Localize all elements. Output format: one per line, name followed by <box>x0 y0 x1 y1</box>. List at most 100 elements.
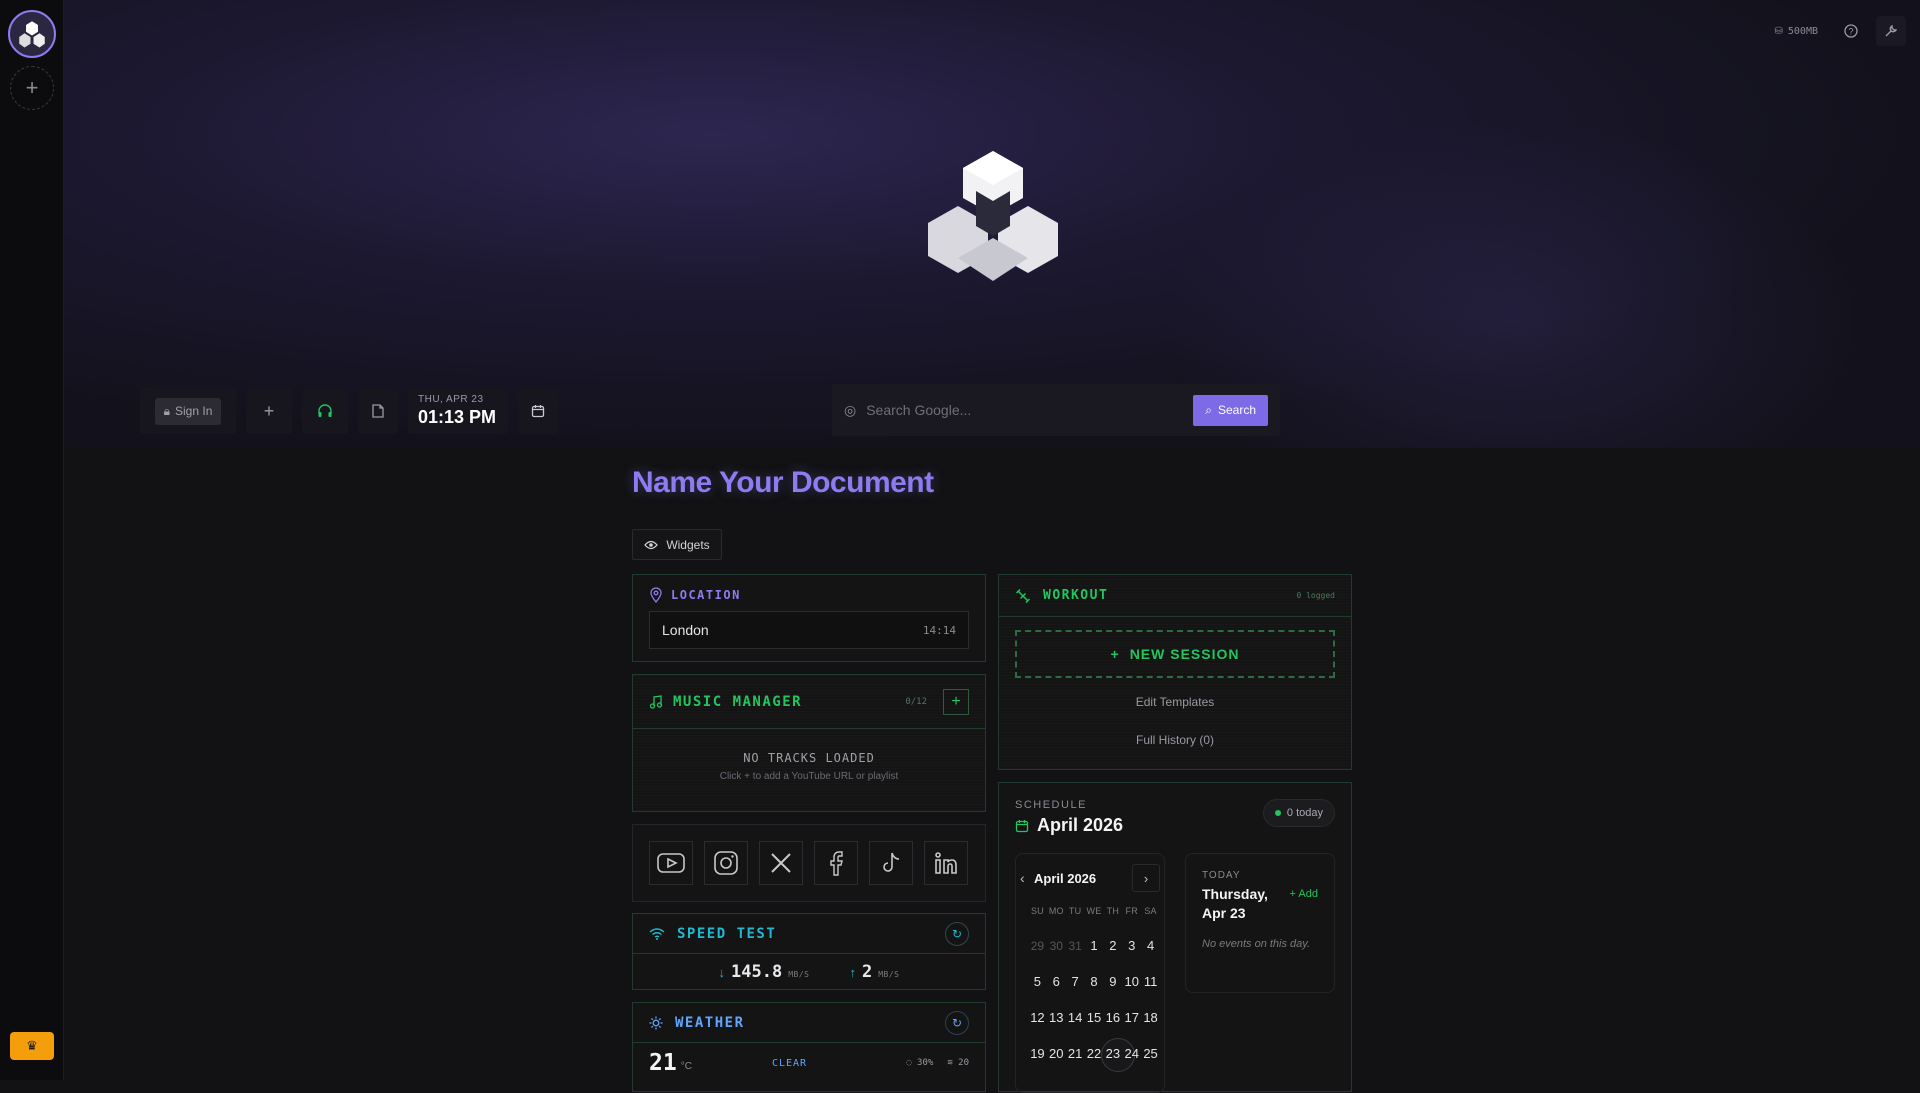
calendar-day[interactable]: 6 <box>1047 964 1066 1000</box>
calendar-day[interactable]: 13 <box>1047 1000 1066 1036</box>
calendar-day[interactable]: 15 <box>1085 1000 1104 1036</box>
database-icon: ⛁ <box>1774 25 1783 37</box>
calendar-day[interactable]: 9 <box>1103 964 1122 1000</box>
settings-button[interactable] <box>1876 16 1906 46</box>
calendar-day[interactable]: 24 <box>1122 1036 1141 1072</box>
mini-calendar: ‹ April 2026 › SU MO TU WE TH FR SA 29 30 31 1 2 3 4 5… <box>1015 853 1165 1093</box>
calendar-day[interactable]: 3 <box>1122 928 1141 964</box>
calendar-button[interactable] <box>518 388 558 434</box>
calendar-day[interactable]: 29 <box>1028 928 1047 964</box>
calendar-day[interactable]: 25 <box>1141 1036 1160 1072</box>
calendar-day-today[interactable]: 23 <box>1101 1036 1136 1072</box>
map-pin-icon <box>650 587 662 603</box>
upload-unit: MB/S <box>878 970 900 979</box>
weather-values: 21 °C CLEAR ◌ 30% ≋ 20 <box>633 1043 985 1083</box>
full-history-link[interactable]: Full History (0) <box>999 733 1351 747</box>
storage-value: 500MB <box>1787 25 1818 37</box>
x-icon <box>771 853 791 873</box>
sign-in-button[interactable]: 🔒︎ Sign In <box>154 397 222 425</box>
weather-refresh-button[interactable]: ↻ <box>945 1010 969 1035</box>
arrow-up-icon: ↑ <box>849 965 856 980</box>
location-title: LOCATION <box>671 588 741 602</box>
location-field[interactable]: London 14:14 <box>649 611 969 649</box>
plus-icon: + <box>25 75 39 100</box>
calendar-day[interactable]: 1 <box>1085 928 1104 964</box>
weather-title: WEATHER <box>675 1014 745 1031</box>
calendar-day[interactable]: 31 <box>1066 928 1085 964</box>
facebook-link[interactable] <box>814 841 858 885</box>
weekday-label: SA <box>1144 906 1157 916</box>
calendar-day[interactable]: 16 <box>1103 1000 1122 1036</box>
add-workspace-button[interactable]: + <box>10 66 54 110</box>
today-date: Thursday, Apr 23 <box>1202 886 1268 921</box>
calendar-day[interactable]: 7 <box>1066 964 1085 1000</box>
today-panel: TODAY Thursday, Apr 23 + Add No events o… <box>1185 853 1335 993</box>
workspace-logo-button[interactable] <box>8 10 56 58</box>
tiktok-icon <box>883 852 900 872</box>
schedule-widget: SCHEDULE April 2026 0 today ‹ April 2026… <box>998 782 1352 1093</box>
new-session-button[interactable]: + NEW SESSION <box>1015 630 1335 678</box>
svg-text:?: ? <box>1848 27 1853 37</box>
notes-button[interactable] <box>358 388 398 434</box>
linkedin-link[interactable] <box>924 841 968 885</box>
weather-unit: °C <box>680 1060 692 1072</box>
premium-button[interactable]: ♛ <box>10 1032 54 1060</box>
calendar-day[interactable]: 5 <box>1028 964 1047 1000</box>
calendar-day[interactable]: 4 <box>1141 928 1160 964</box>
storage-indicator[interactable]: ⛁ 500MB <box>1767 20 1827 43</box>
calendar-day[interactable]: 18 <box>1141 1000 1160 1036</box>
top-right-controls: ⛁ 500MB ? <box>1767 16 1906 46</box>
calendar-day[interactable]: 12 <box>1028 1000 1047 1036</box>
schedule-month: April 2026 <box>1037 815 1124 835</box>
workout-title: WORKOUT <box>1043 588 1109 603</box>
help-button[interactable]: ? <box>1836 16 1866 46</box>
speed-refresh-button[interactable]: ↻ <box>945 921 969 946</box>
calendar-day[interactable]: 21 <box>1066 1036 1085 1072</box>
calendar-day[interactable]: 30 <box>1047 928 1066 964</box>
wrench-icon <box>1885 24 1898 37</box>
search-input[interactable] <box>866 402 1194 418</box>
calendar-day[interactable]: 8 <box>1085 964 1104 1000</box>
weekday-label: WE <box>1086 906 1102 916</box>
calendar-day[interactable]: 14 <box>1066 1000 1085 1036</box>
instagram-icon <box>714 851 738 875</box>
music-header: MUSIC MANAGER 0/12 + <box>633 675 985 729</box>
calendar-month: April 2026 <box>1034 870 1097 886</box>
calendar-day[interactable]: 20 <box>1047 1036 1066 1072</box>
plus-icon: + <box>951 692 961 710</box>
calendar-day[interactable]: 11 <box>1141 964 1160 1000</box>
wind-value: 20 <box>958 1058 969 1068</box>
app-logo-icon <box>19 21 45 48</box>
add-widget-button[interactable]: + <box>246 388 292 434</box>
widgets-toggle-button[interactable]: Widgets <box>632 529 722 560</box>
wind-icon: ≋ <box>947 1058 959 1068</box>
search-button[interactable]: ⌕ Search <box>1193 394 1268 426</box>
audio-button[interactable] <box>302 388 348 434</box>
chevron-right-icon: › <box>1143 870 1149 886</box>
wifi-icon <box>649 927 665 940</box>
calendar-day[interactable]: 2 <box>1103 928 1122 964</box>
add-event-button[interactable]: + Add <box>1290 888 1318 900</box>
help-icon: ? <box>1844 24 1858 38</box>
x-link[interactable] <box>759 841 803 885</box>
next-month-button[interactable]: › <box>1132 864 1160 892</box>
crown-icon: ♛ <box>26 1038 38 1053</box>
add-track-button[interactable]: + <box>943 688 969 715</box>
calendar-day[interactable]: 19 <box>1028 1036 1047 1072</box>
location-time: 14:14 <box>922 623 956 637</box>
prev-month-button[interactable]: ‹ <box>1020 870 1034 886</box>
download-unit: MB/S <box>788 970 810 979</box>
today-label: TODAY <box>1202 870 1241 881</box>
speed-title: SPEED TEST <box>677 925 777 942</box>
youtube-link[interactable] <box>649 841 693 885</box>
instagram-link[interactable] <box>704 841 748 885</box>
status-dot <box>1274 810 1281 816</box>
hero-toolbar: 🔒︎ Sign In + THU, APR 23 01:13 PM <box>140 388 558 434</box>
social-links-widget <box>632 824 986 902</box>
document-title[interactable]: Name Your Document <box>632 466 934 500</box>
edit-templates-link[interactable]: Edit Templates <box>999 695 1351 709</box>
calendar-day[interactable]: 10 <box>1122 964 1141 1000</box>
calendar-day[interactable]: 17 <box>1122 1000 1141 1036</box>
weekday-label: SU <box>1030 906 1044 916</box>
tiktok-link[interactable] <box>869 841 913 885</box>
